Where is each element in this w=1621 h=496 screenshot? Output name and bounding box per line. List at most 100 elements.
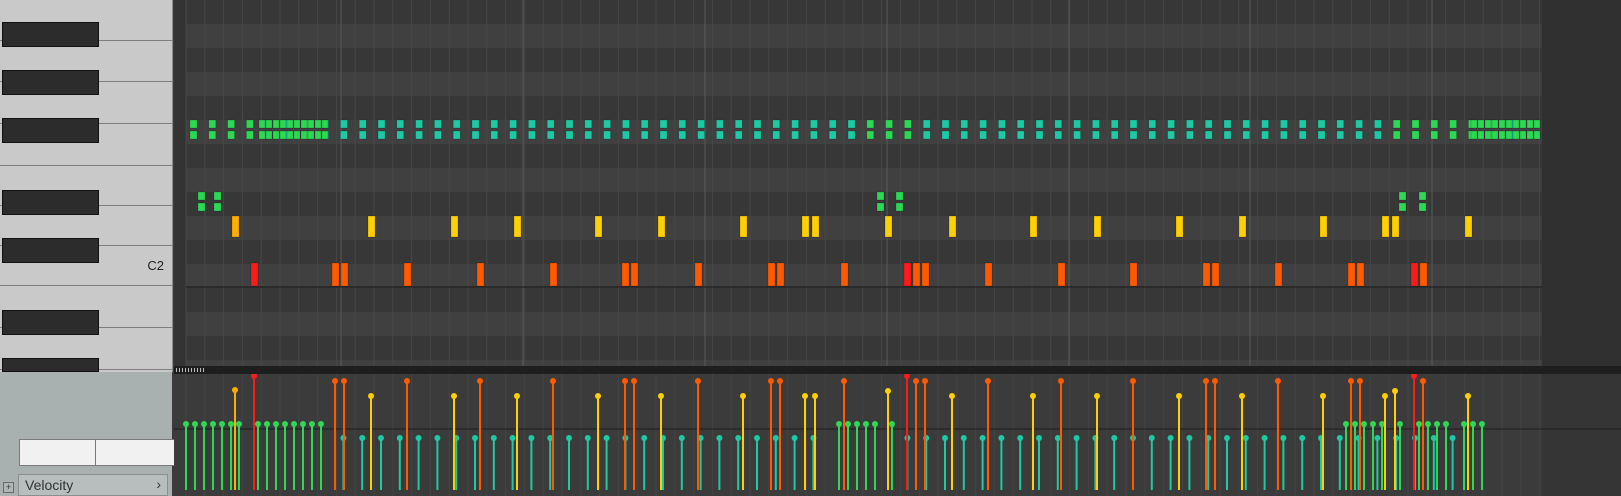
note-hihat[interactable] — [1204, 119, 1213, 129]
note-hihat[interactable] — [189, 119, 198, 129]
velocity-handle[interactable] — [490, 435, 497, 441]
velocity-handle[interactable] — [528, 435, 535, 441]
note-hihat[interactable] — [810, 119, 818, 129]
velocity-handle[interactable] — [1443, 421, 1449, 427]
note-hihat[interactable] — [314, 119, 322, 129]
note-hihat[interactable] — [307, 130, 315, 140]
velocity-handle[interactable] — [264, 421, 270, 427]
note-hihat[interactable] — [659, 130, 668, 140]
note-hihat[interactable] — [546, 119, 555, 129]
velocity-handle[interactable] — [1320, 393, 1326, 399]
note-hihat[interactable] — [189, 130, 198, 140]
note-perc[interactable] — [657, 215, 666, 238]
velocity-handle[interactable] — [219, 421, 225, 427]
note-hihat[interactable] — [1449, 119, 1457, 129]
velocity-handle[interactable] — [922, 378, 928, 384]
note-hihat[interactable] — [286, 119, 294, 129]
velocity-handle[interactable] — [514, 393, 520, 399]
note-hihat[interactable] — [1512, 119, 1520, 129]
note-kick[interactable] — [1410, 262, 1419, 287]
note-hihat[interactable] — [300, 119, 308, 129]
note-hihat[interactable] — [321, 119, 329, 129]
note-hihat[interactable] — [1016, 119, 1025, 129]
note-hihat[interactable] — [279, 130, 287, 140]
velocity-handle[interactable] — [434, 435, 441, 441]
note-hihat[interactable] — [584, 119, 593, 129]
velocity-handle[interactable] — [1336, 435, 1343, 441]
velocity-max-field[interactable] — [19, 439, 106, 466]
note-kick[interactable] — [1211, 262, 1220, 287]
note-hihat[interactable] — [1470, 130, 1478, 140]
note-kick[interactable] — [621, 262, 630, 287]
velocity-handle[interactable] — [550, 378, 556, 384]
note-hihat[interactable] — [622, 119, 630, 129]
velocity-handle[interactable] — [1416, 421, 1422, 427]
note-hihat[interactable] — [885, 119, 893, 129]
velocity-handle[interactable] — [273, 421, 279, 427]
note-hihat[interactable] — [286, 130, 294, 140]
note-kick[interactable] — [921, 262, 930, 287]
splitter-grip-icon[interactable] — [176, 368, 206, 372]
note-hihat[interactable] — [1355, 119, 1363, 129]
velocity-handle[interactable] — [777, 378, 783, 384]
velocity-handle[interactable] — [396, 435, 403, 441]
note-hihat[interactable] — [960, 130, 969, 140]
expand-plus-icon[interactable]: + — [3, 482, 14, 493]
note-perc[interactable] — [594, 215, 603, 238]
note-perc[interactable] — [1175, 215, 1184, 238]
note-hihat[interactable] — [272, 130, 280, 140]
note-hihat[interactable] — [434, 130, 442, 140]
note-hihat[interactable] — [1110, 130, 1119, 140]
note-perc[interactable] — [948, 215, 957, 238]
velocity-handle[interactable] — [1030, 393, 1036, 399]
velocity-handle[interactable] — [236, 421, 242, 427]
note-hihat[interactable] — [1261, 119, 1269, 129]
velocity-handle[interactable] — [740, 393, 746, 399]
note-kick[interactable] — [912, 262, 921, 287]
velocity-handle[interactable] — [889, 421, 895, 427]
note-perc-green[interactable] — [1398, 202, 1407, 212]
note-kick[interactable] — [1057, 262, 1066, 287]
note-hihat[interactable] — [1505, 119, 1513, 129]
note-hihat[interactable] — [847, 130, 856, 140]
black-key[interactable] — [2, 190, 99, 215]
note-hihat[interactable] — [272, 119, 280, 129]
velocity-handle[interactable] — [1430, 435, 1437, 441]
velocity-handle[interactable] — [201, 421, 207, 427]
note-hihat[interactable] — [1374, 119, 1382, 129]
note-perc[interactable] — [367, 215, 376, 238]
velocity-handle[interactable] — [1370, 421, 1376, 427]
note-hihat[interactable] — [1411, 119, 1420, 129]
note-hihat[interactable] — [265, 130, 273, 140]
velocity-handle[interactable] — [1382, 393, 1388, 399]
note-kick[interactable] — [1129, 262, 1138, 287]
note-hihat[interactable] — [452, 130, 461, 140]
velocity-handle[interactable] — [631, 378, 637, 384]
note-kick[interactable] — [903, 262, 912, 287]
velocity-handle[interactable] — [863, 421, 869, 427]
note-hihat[interactable] — [1054, 130, 1063, 140]
note-perc-green[interactable] — [895, 202, 904, 212]
note-kick[interactable] — [1347, 262, 1356, 287]
lane-type-selector[interactable]: Velocity › — [18, 474, 168, 496]
note-hihat[interactable] — [678, 130, 687, 140]
velocity-handle[interactable] — [192, 421, 198, 427]
note-perc-green[interactable] — [213, 191, 222, 201]
note-hihat[interactable] — [1223, 130, 1232, 140]
note-hihat[interactable] — [509, 130, 517, 140]
note-hihat[interactable] — [584, 130, 593, 140]
note-hihat[interactable] — [227, 130, 235, 140]
note-hihat[interactable] — [314, 130, 322, 140]
note-hihat[interactable] — [847, 119, 856, 129]
note-hihat[interactable] — [866, 119, 875, 129]
note-hihat[interactable] — [1498, 130, 1506, 140]
velocity-handle[interactable] — [566, 435, 572, 441]
note-hihat[interactable] — [279, 119, 287, 129]
note-hihat[interactable] — [603, 119, 611, 129]
note-hihat[interactable] — [1484, 130, 1492, 140]
note-perc[interactable] — [1391, 215, 1400, 238]
note-hihat[interactable] — [1242, 119, 1251, 129]
velocity-handle[interactable] — [415, 435, 422, 441]
note-hihat[interactable] — [1355, 130, 1363, 140]
note-hihat[interactable] — [1092, 130, 1100, 140]
